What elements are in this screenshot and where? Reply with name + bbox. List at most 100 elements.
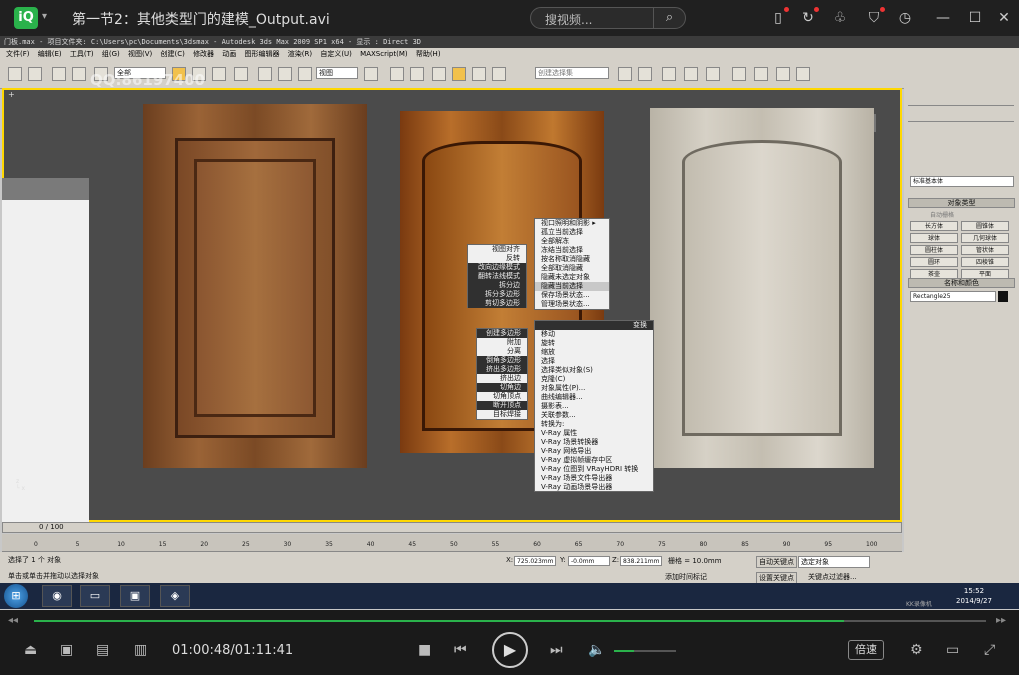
- menu-item[interactable]: V-Ray 动画场景导出器: [535, 483, 653, 492]
- menu-item[interactable]: 视口照明和阴影 ▸: [535, 219, 609, 228]
- maximize-icon[interactable]: ☐: [966, 9, 984, 27]
- menu-item[interactable]: 选择: [535, 357, 653, 366]
- eject-icon[interactable]: ⏏: [24, 642, 37, 658]
- app-taskbar-icon[interactable]: ◉: [42, 585, 72, 607]
- object-color-swatch[interactable]: [998, 291, 1008, 302]
- search-input[interactable]: 搜视频...: [545, 11, 592, 28]
- menu-item[interactable]: 克隆(C): [535, 375, 653, 384]
- previous-icon[interactable]: ⏮: [454, 642, 467, 658]
- history-icon[interactable]: ◷: [896, 9, 914, 27]
- command-panel-tabs[interactable]: [908, 92, 1014, 106]
- menu-item[interactable]: 缩放: [535, 348, 653, 357]
- menu-item[interactable]: 视图对齐: [468, 245, 526, 254]
- render-setup-icon[interactable]: [754, 67, 768, 81]
- viewport-label[interactable]: +: [8, 90, 15, 99]
- next-icon[interactable]: ⏭: [550, 642, 563, 658]
- menu-item[interactable]: 曲线编辑器...: [535, 393, 653, 402]
- close-icon[interactable]: ✕: [995, 9, 1013, 27]
- system-clock[interactable]: 15:52 2014/9/27: [956, 586, 992, 606]
- menu-item[interactable]: 孤立当前选择: [535, 228, 609, 237]
- geosphere-button[interactable]: 几何球体: [961, 233, 1009, 243]
- link-icon[interactable]: [52, 67, 66, 81]
- menu-item[interactable]: MAXScript(M): [360, 50, 407, 58]
- curve-editor-icon[interactable]: [684, 67, 698, 81]
- app-taskbar-icon[interactable]: ▣: [120, 585, 150, 607]
- briefcase-icon[interactable]: ▭: [946, 642, 959, 658]
- menu-item[interactable]: 工具(T): [70, 50, 94, 58]
- align-icon[interactable]: [638, 67, 652, 81]
- menu-item[interactable]: 断开顶点: [477, 401, 527, 410]
- cone-button[interactable]: 圆锥体: [961, 221, 1009, 231]
- menu-item[interactable]: 旋转: [535, 339, 653, 348]
- menu-item[interactable]: 视图(V): [128, 50, 152, 58]
- spinner-snap-icon[interactable]: [492, 67, 506, 81]
- door-model-whitewash[interactable]: [650, 108, 874, 468]
- angle-snap-icon[interactable]: [452, 67, 466, 81]
- video-frame[interactable]: 门板.max - 项目文件夹: C:\Users\pc\Documents\3d…: [0, 36, 1019, 610]
- schematic-view-icon[interactable]: [706, 67, 720, 81]
- menu-item[interactable]: 转换为:: [535, 420, 653, 429]
- named-selection-sets[interactable]: 创建选择集: [535, 67, 609, 79]
- menu-item[interactable]: 动画: [222, 50, 236, 58]
- rewind-icon[interactable]: ◂◂: [8, 615, 18, 626]
- menu-item[interactable]: 摄影表...: [535, 402, 653, 411]
- play-icon[interactable]: ▶: [492, 632, 528, 668]
- menu-item[interactable]: 隐藏当前选择: [535, 282, 609, 291]
- speed-button[interactable]: 倍速: [848, 640, 884, 660]
- box-button[interactable]: 长方体: [910, 221, 958, 231]
- unlink-icon[interactable]: [72, 67, 86, 81]
- tray-recorder[interactable]: KK录像机: [906, 599, 932, 608]
- mirror-icon[interactable]: [618, 67, 632, 81]
- tube-button[interactable]: 管状体: [961, 245, 1009, 255]
- menu-item[interactable]: 自定义(U): [320, 50, 352, 58]
- fullscreen-icon[interactable]: ⤢: [984, 642, 995, 658]
- primitive-type-dropdown[interactable]: 标准基本体: [910, 176, 1014, 187]
- subtitle-icon[interactable]: ▣: [60, 642, 73, 658]
- menu-item[interactable]: 改向边缘模式: [468, 263, 526, 272]
- menu-item[interactable]: 切角顶点: [477, 392, 527, 401]
- render-frame-icon[interactable]: [776, 67, 790, 81]
- time-slider[interactable]: 0 / 100: [2, 522, 902, 533]
- material-editor-icon[interactable]: [732, 67, 746, 81]
- search-icon[interactable]: ⌕: [653, 8, 685, 28]
- start-button[interactable]: ⊞: [4, 584, 28, 608]
- cylinder-button[interactable]: 圆柱体: [910, 245, 958, 255]
- add-time-tag[interactable]: 添加时间标记: [665, 572, 707, 582]
- autogrid-checkbox[interactable]: 自动栅格: [930, 210, 954, 219]
- auto-key-button[interactable]: 自动关键点: [756, 556, 797, 568]
- menu-item[interactable]: 挤出多边形: [477, 365, 527, 374]
- menu-item[interactable]: 创建多边形: [477, 329, 527, 338]
- menu-item[interactable]: 拆分多边形: [468, 290, 526, 299]
- menu-item[interactable]: 修改器: [193, 50, 214, 58]
- menu-item[interactable]: 全部取消隐藏: [535, 264, 609, 273]
- torus-button[interactable]: 圆环: [910, 257, 958, 267]
- reference-coord-dropdown[interactable]: 视图: [316, 67, 358, 79]
- minimize-icon[interactable]: —: [934, 9, 952, 27]
- name-color-rollout[interactable]: 名称和颜色: [908, 278, 1015, 288]
- menu-item[interactable]: 目标焊接: [477, 410, 527, 419]
- app-logo[interactable]: iQ: [14, 7, 38, 29]
- menu-item[interactable]: V-Ray 场景转换器: [535, 438, 653, 447]
- menu-item[interactable]: 翻转法线模式: [468, 272, 526, 281]
- pyramid-button[interactable]: 四棱锥: [961, 257, 1009, 267]
- menu-item[interactable]: 附加: [477, 338, 527, 347]
- redo-icon[interactable]: [28, 67, 42, 81]
- object-name-field[interactable]: Rectangle25: [910, 291, 996, 302]
- menu-item[interactable]: 隐藏未选定对象: [535, 273, 609, 282]
- share-icon[interactable]: ♧: [831, 9, 849, 27]
- key-mode-dropdown[interactable]: 选定对象: [798, 556, 870, 568]
- menu-item[interactable]: 按名称取消隐藏: [535, 255, 609, 264]
- scale-icon[interactable]: [298, 67, 312, 81]
- menu-item[interactable]: 倒角多边形: [477, 356, 527, 365]
- menu-item[interactable]: 拆分边: [468, 281, 526, 290]
- region-select-icon[interactable]: [212, 67, 226, 81]
- menu-item[interactable]: 渲染(R): [288, 50, 312, 58]
- quick-render-icon[interactable]: [796, 67, 810, 81]
- menu-item[interactable]: 关联参数...: [535, 411, 653, 420]
- select-manipulate-icon[interactable]: [390, 67, 404, 81]
- menu-item[interactable]: V-Ray 网格导出: [535, 447, 653, 456]
- move-icon[interactable]: [258, 67, 272, 81]
- menu-item[interactable]: 组(G): [102, 50, 120, 58]
- stop-icon[interactable]: ■: [418, 642, 431, 658]
- object-type-rollout[interactable]: 对象类型: [908, 198, 1015, 208]
